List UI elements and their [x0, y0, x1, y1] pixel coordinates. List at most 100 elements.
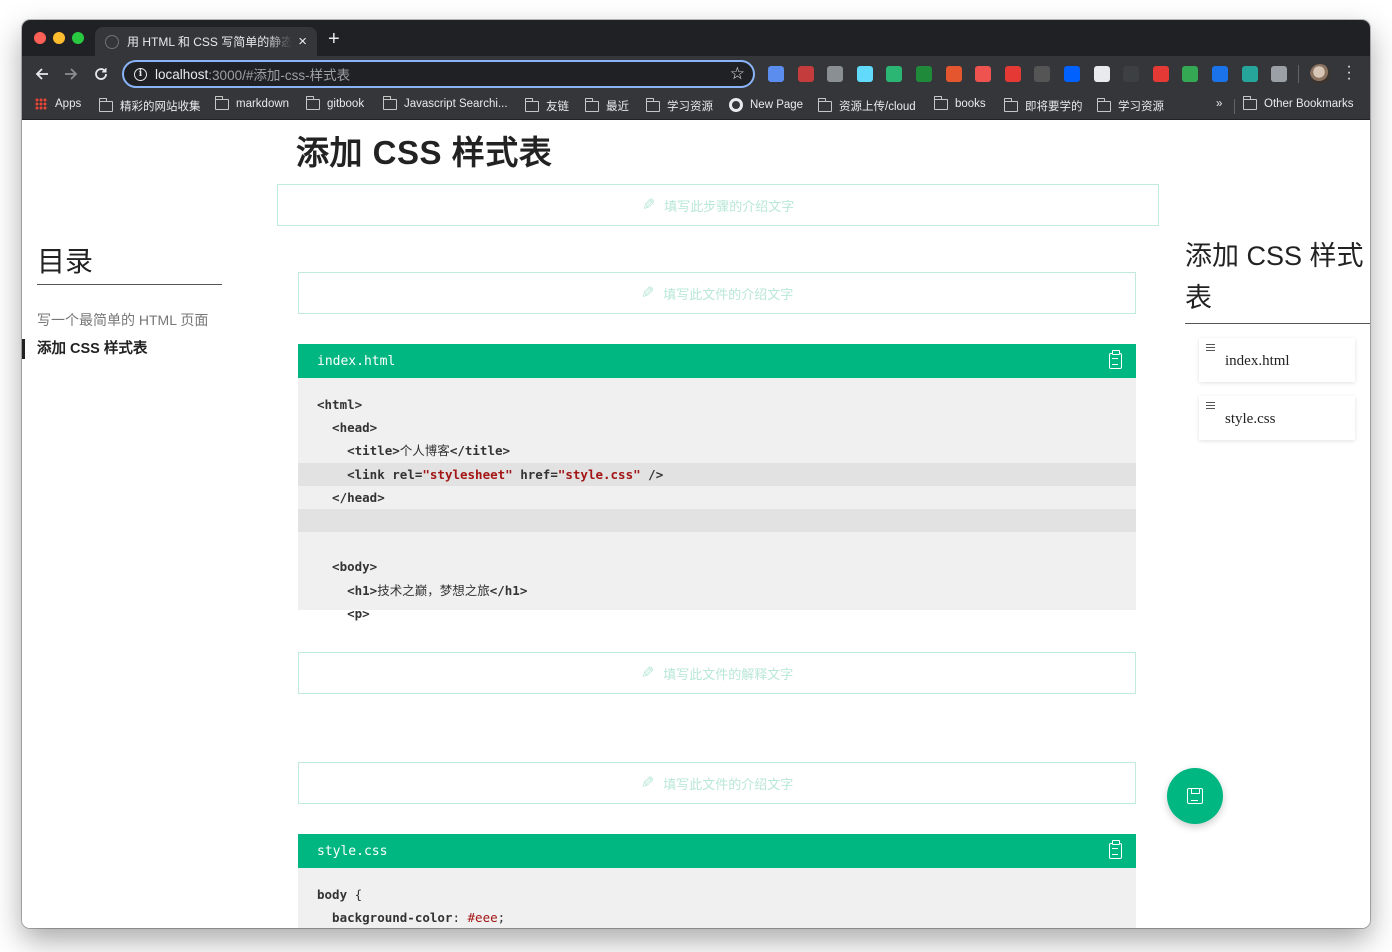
bookmarks-bar: Apps 精彩的网站收集 markdown gitbook Javascript Sea… [22, 92, 1370, 120]
bookmark-item[interactable]: 学习资源 [1096, 97, 1164, 114]
menu-lines-icon [1206, 402, 1215, 409]
p-icon[interactable] [1212, 66, 1228, 82]
arrow-icon[interactable] [975, 66, 992, 82]
folder-icon [98, 97, 113, 112]
code-line [298, 508, 1136, 533]
chevron-double-right-icon: » [1216, 98, 1223, 110]
outline-file-label: style.css [1225, 411, 1276, 427]
terminal-icon[interactable] [916, 66, 932, 82]
bookmark-label: 学习资源 [1118, 101, 1164, 113]
code-token: 个人博客 [399, 443, 450, 459]
bookmark-label: Apps [55, 98, 82, 110]
wci-icon[interactable] [1034, 66, 1051, 82]
code-token: : [452, 910, 468, 926]
translate-icon[interactable] [1004, 66, 1021, 82]
bookmarks-overflow-button[interactable]: » [1216, 98, 1222, 110]
fox-icon[interactable] [945, 66, 962, 82]
file-intro-input[interactable]: ✎ 填写此文件的介绍文字 [298, 272, 1136, 314]
url-path: :3000/#添加-css-样式表 [208, 68, 351, 83]
window-close-button[interactable] [34, 32, 46, 44]
file-intro-placeholder: 填写此文件的介绍文字 [663, 286, 794, 302]
gauge-icon[interactable] [1182, 66, 1199, 82]
clipboard-icon[interactable] [827, 66, 844, 82]
browser-window: 用 HTML 和 CSS 写简单的静态页面 × + i localhost:30… [22, 20, 1370, 928]
bookmark-item[interactable]: New Page [729, 98, 803, 112]
clipboard-icon[interactable] [1109, 350, 1122, 369]
file-intro-input-2[interactable]: ✎ 填写此文件的介绍文字 [298, 762, 1136, 804]
window-maximize-button[interactable] [72, 32, 84, 44]
code-token: <h1> [317, 582, 378, 598]
bookmark-item[interactable]: books [933, 95, 986, 110]
bookmark-item[interactable]: markdown [214, 95, 289, 110]
profile-avatar[interactable] [1310, 64, 1330, 84]
bookmark-item[interactable]: gitbook [305, 95, 364, 110]
document-icon[interactable] [1093, 66, 1110, 82]
toc-item-add-css[interactable]: 添加 CSS 样式表 [22, 338, 222, 360]
code-line: <title>个人博客</title> [298, 439, 1136, 462]
code-block-header: index.html [298, 344, 1136, 378]
page-title: 添加 CSS 样式表 [296, 134, 553, 171]
tab-active[interactable]: 用 HTML 和 CSS 写简单的静态页面 × [95, 27, 317, 56]
outline-file-style[interactable]: style.css [1199, 396, 1355, 440]
target-icon[interactable] [886, 66, 903, 82]
bookmark-item[interactable]: 资源上传/cloud [817, 97, 916, 114]
new-tab-button[interactable]: + [328, 29, 340, 49]
reload-icon [95, 68, 107, 80]
step-intro-input[interactable]: ✎ 填写此步骤的介绍文字 [277, 184, 1159, 226]
file-outline: 添加 CSS 样式表 index.html style.css [1185, 235, 1370, 440]
page-content: 添加 CSS 样式表 ✎ 填写此步骤的介绍文字 目录 写一个最简单的 HTML … [22, 120, 1370, 928]
address-bar[interactable]: i localhost:3000/#添加-css-样式表 ☆ [122, 60, 755, 88]
code-filename: style.css [317, 843, 388, 859]
file-explain-input[interactable]: ✎ 填写此文件的解释文字 [298, 652, 1136, 694]
bookmark-item[interactable]: 即将要学的 [1003, 97, 1083, 114]
forward-button[interactable] [60, 63, 82, 85]
more-menu-icon[interactable]: · · · [1344, 59, 1354, 87]
react-icon[interactable] [856, 66, 873, 82]
code-token: { [354, 887, 363, 902]
bookmark-label: 最近 [606, 101, 629, 113]
url-host: localhost [155, 66, 209, 82]
code-token: background-color [317, 910, 453, 926]
bookmark-other[interactable]: Other Bookmarks [1242, 95, 1353, 110]
reload-button[interactable] [90, 63, 112, 85]
shield-icon[interactable] [768, 66, 784, 82]
outline-file-index[interactable]: index.html [1199, 338, 1355, 382]
folder-icon [933, 95, 948, 110]
bookmark-item[interactable]: 最近 [584, 97, 629, 114]
code-line: </head> [298, 486, 1136, 509]
pencil-icon: ✎ [640, 775, 655, 792]
vue-icon[interactable] [1271, 66, 1288, 82]
info-icon[interactable]: i [134, 67, 147, 81]
pencil-icon: ✎ [640, 665, 655, 682]
code-line: <html> [298, 393, 1136, 416]
bookmark-item[interactable]: 友链 [524, 97, 569, 114]
bookmark-item[interactable]: Javascript Searchi... [382, 95, 508, 110]
code-line: <head> [298, 416, 1136, 439]
code-body: body { background-color: #eee; [298, 868, 1136, 928]
grid-icon[interactable] [1152, 66, 1169, 82]
window-minimize-button[interactable] [53, 32, 65, 44]
code-token: </title> [449, 443, 511, 459]
star-icon[interactable]: ☆ [730, 65, 745, 82]
dropbox-icon[interactable] [1064, 66, 1080, 82]
code-token: </head> [317, 489, 385, 505]
close-icon[interactable]: × [298, 34, 307, 49]
save-button[interactable] [1167, 768, 1223, 824]
bookmark-item[interactable]: 精彩的网站收集 [98, 97, 201, 114]
code-line: background-color: #eee; [298, 906, 1136, 928]
bookmark-item[interactable]: 学习资源 [645, 97, 713, 114]
github-icon [729, 98, 743, 112]
back-button[interactable] [31, 63, 53, 85]
bookmark-item[interactable]: Apps [35, 98, 81, 110]
braces-icon[interactable] [797, 66, 814, 82]
toc-item-html-page[interactable]: 写一个最简单的 HTML 页面 [37, 309, 222, 331]
circle-icon[interactable] [1123, 66, 1140, 82]
globe-icon[interactable] [1241, 66, 1258, 82]
file-intro-placeholder: 填写此文件的介绍文字 [663, 776, 794, 792]
code-block-header: style.css [298, 834, 1136, 868]
folder-icon [1242, 95, 1257, 110]
code-line: <body> [298, 555, 1136, 578]
clipboard-icon[interactable] [1109, 840, 1122, 859]
code-block-index: index.html <html> <head> <title>个人博客</ti… [298, 344, 1136, 621]
